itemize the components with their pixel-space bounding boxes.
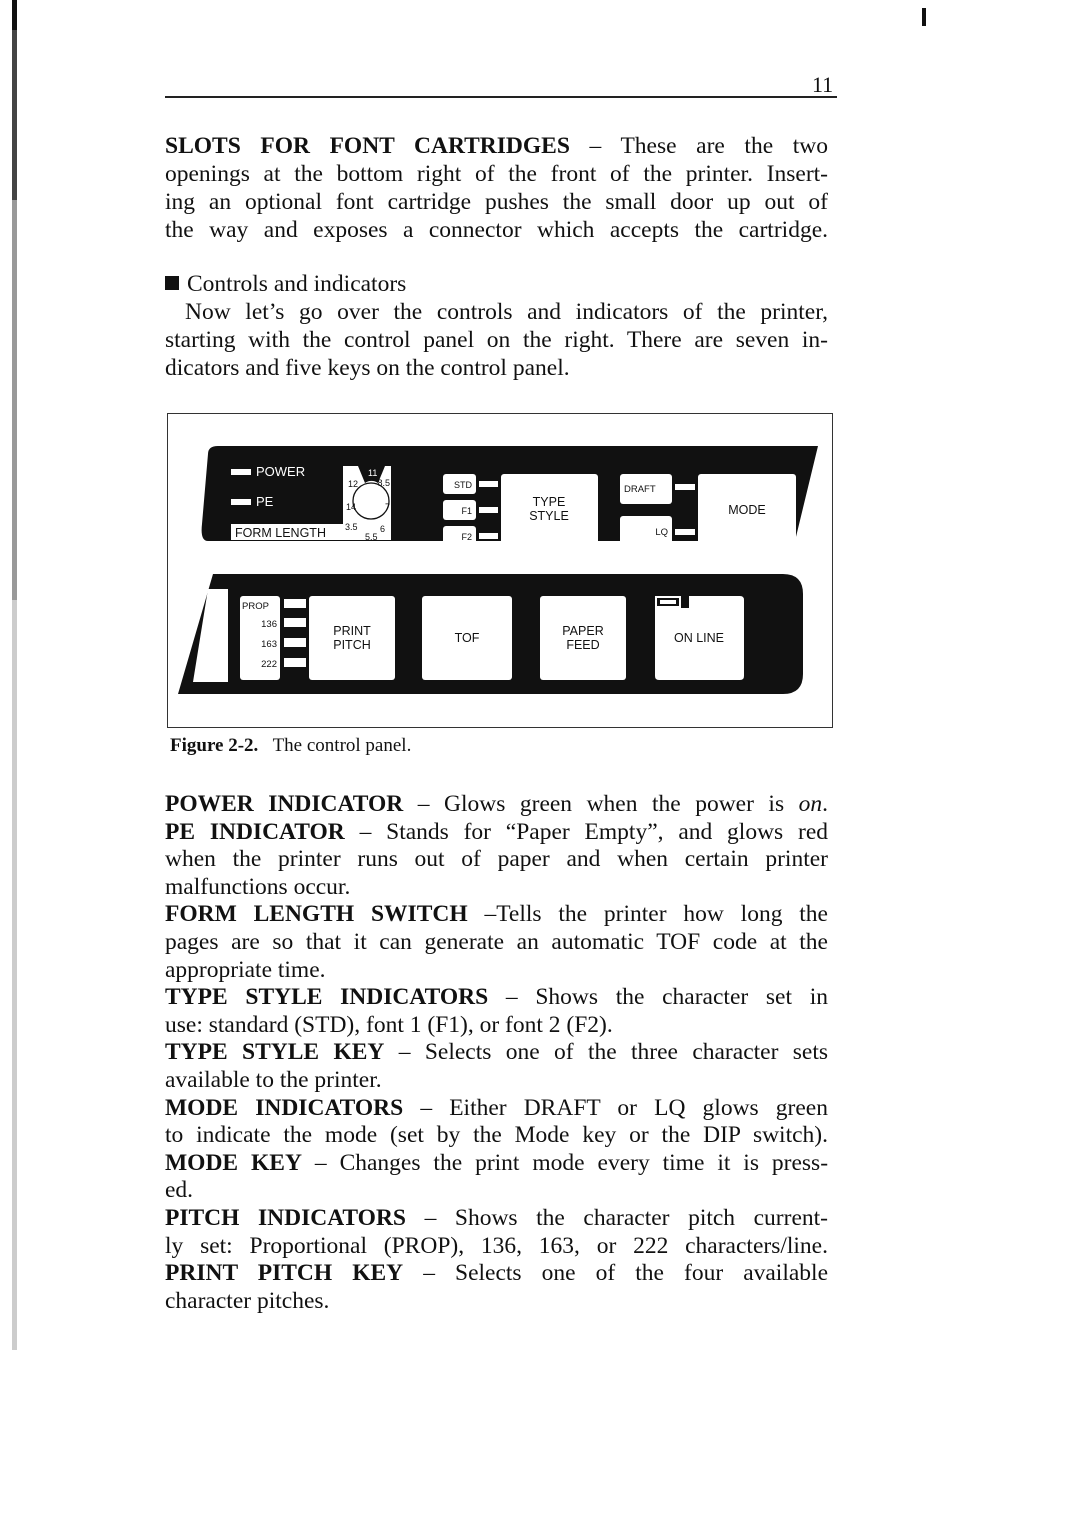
intro-line: the way and exposes a connector which ac… <box>165 217 828 243</box>
type-style-key-label-2: STYLE <box>529 509 569 523</box>
desc-pe-line: malfunctions occur. <box>165 873 351 900</box>
dial-value-5-5: 5.5 <box>365 532 378 542</box>
f2-indicator-label: F2 <box>461 532 472 542</box>
f1-indicator-label: F1 <box>461 506 472 516</box>
desc-mode-key-line: MODE KEY – Changes the print mode every … <box>165 1149 829 1176</box>
desc-type-style-key-line: available to the printer. <box>165 1066 382 1093</box>
bullet-square-icon <box>165 276 179 290</box>
intro-paragraph: SLOTS FOR FONT CARTRIDGES – These are th… <box>165 132 828 244</box>
form-length-label: FORM LENGTH <box>235 526 326 540</box>
header-rule <box>165 96 837 98</box>
mode-key-label: MODE <box>728 503 766 517</box>
intro-line: ing an optional font cartridge pushes th… <box>165 189 828 215</box>
intro-line: SLOTS FOR FONT CARTRIDGES – These are th… <box>165 133 828 159</box>
desc-mode-key-line: ed. <box>165 1177 194 1204</box>
dial-value-8-5: 8.5 <box>377 478 390 488</box>
scan-mark-artifact <box>922 8 926 26</box>
intro-line: openings at the bottom right of the fron… <box>165 161 828 187</box>
desc-power-line: POWER INDICATOR – Glows green when the p… <box>165 791 828 817</box>
on-line-led <box>660 600 676 604</box>
desc-pitch-ind-line: ly set: Proportional (PROP), 136, 163, o… <box>165 1232 828 1259</box>
print-pitch-key-label-2: PITCH <box>333 638 371 652</box>
type-style-key-label-1: TYPE <box>533 495 566 509</box>
print-pitch-key-label-1: PRINT <box>333 624 371 638</box>
desc-type-style-ind-line: TYPE STYLE INDICATORS – Shows the charac… <box>165 984 828 1011</box>
dial-value-7: 7 <box>385 502 390 512</box>
intro-heading: SLOTS FOR FONT CARTRIDGES <box>165 133 570 159</box>
power-label: POWER <box>256 464 305 479</box>
dial-value-12: 12 <box>348 479 358 489</box>
section-controls: Controls and indicators Now let’s go ove… <box>165 270 828 382</box>
on-line-key-label: ON LINE <box>674 631 724 645</box>
pe-label: PE <box>256 494 274 509</box>
control-panel-figure: POWER PE FORM LENGTH 11 8.5 7 6 5.5 3.5 … <box>178 446 819 694</box>
desc-type-style-key-line: TYPE STYLE KEY – Selects one of the thre… <box>165 1039 829 1066</box>
draft-indicator-label: DRAFT <box>624 484 656 495</box>
section-line: starting with the control panel on the r… <box>165 327 828 353</box>
figure-frame: POWER PE FORM LENGTH 11 8.5 7 6 5.5 3.5 … <box>167 413 833 728</box>
form-length-dial[interactable] <box>352 482 390 520</box>
scan-edge-artifact <box>12 0 17 1350</box>
std-indicator-label: STD <box>454 480 473 490</box>
desc-type-style-ind-line: use: standard (STD), font 1 (F1), or fon… <box>165 1011 613 1038</box>
lq-indicator-label: LQ <box>655 527 668 538</box>
power-led <box>231 469 251 475</box>
figure-label: Figure 2-2. <box>170 735 259 756</box>
desc-form-length-line: pages are so that it can generate an aut… <box>165 928 828 955</box>
section-line: Now let’s go over the controls and indic… <box>185 299 828 325</box>
pitch-222-label: 222 <box>261 659 277 670</box>
section-line: dicators and five keys on the control pa… <box>165 355 570 381</box>
dial-value-11: 11 <box>368 468 377 478</box>
desc-pe-line: PE INDICATOR – Stands for “Paper Empty”,… <box>165 818 828 845</box>
page-number: 11 <box>812 72 834 97</box>
paper-feed-key-label-1: PAPER <box>562 624 603 638</box>
figure-caption: Figure 2-2. The control panel. <box>170 735 411 757</box>
pitch-136-label: 136 <box>261 619 277 630</box>
section-title: Controls and indicators <box>165 270 828 298</box>
desc-form-length-line: FORM LENGTH SWITCH –Tells the printer ho… <box>165 901 828 928</box>
paper-feed-key-label-2: FEED <box>566 638 599 652</box>
desc-form-length-line: appropriate time. <box>165 956 326 983</box>
dial-value-6: 6 <box>380 524 385 534</box>
desc-mode-ind-line: to indicate the mode (set by the Mode ke… <box>165 1122 828 1149</box>
pitch-163-label: 163 <box>261 639 277 650</box>
pe-led <box>231 499 251 505</box>
desc-print-pitch-key-line: PRINT PITCH KEY – Selects one of the fou… <box>165 1260 829 1287</box>
figure-caption-text: The control panel. <box>272 735 412 756</box>
dial-value-3-5: 3.5 <box>345 522 358 532</box>
tof-key-label: TOF <box>455 631 480 645</box>
desc-print-pitch-key-line: character pitches. <box>165 1287 330 1314</box>
dial-value-14: 14 <box>346 502 356 512</box>
desc-pe-line: when the printer runs out of paper and w… <box>165 846 828 873</box>
prop-indicator-label: PROP <box>242 601 269 612</box>
descriptions-list: POWER INDICATOR – Glows green when the p… <box>165 791 828 1315</box>
desc-mode-ind-line: MODE INDICATORS – Either DRAFT or LQ glo… <box>165 1094 828 1121</box>
desc-pitch-ind-line: PITCH INDICATORS – Shows the character p… <box>165 1204 828 1231</box>
